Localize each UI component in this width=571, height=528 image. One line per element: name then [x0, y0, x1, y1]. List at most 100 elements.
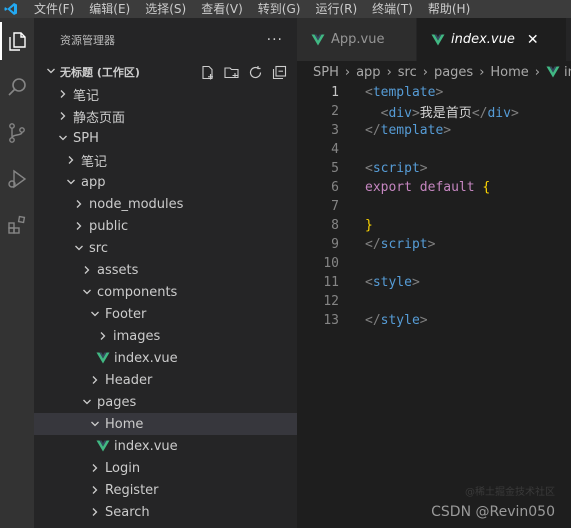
- collapse-all-icon[interactable]: [271, 64, 287, 80]
- tab-index-vue[interactable]: index.vue ✕: [417, 18, 567, 61]
- code-token: </: [471, 106, 488, 121]
- line-content: <script>: [365, 161, 428, 176]
- chevron-right-icon: [72, 221, 86, 231]
- chevron-right-icon: [72, 199, 86, 209]
- breadcrumb-item[interactable]: app: [356, 65, 380, 80]
- refresh-icon[interactable]: [247, 64, 263, 80]
- folder-item[interactable]: Footer: [34, 303, 297, 325]
- menu-item[interactable]: 选择(S): [145, 0, 186, 18]
- line-number: 5: [331, 161, 339, 176]
- code-token: script: [372, 161, 420, 176]
- folder-item[interactable]: Header: [34, 369, 297, 391]
- folder-item[interactable]: assets: [34, 259, 297, 281]
- folder-item[interactable]: images: [34, 325, 297, 347]
- breadcrumb-item[interactable]: Home: [490, 65, 528, 80]
- code-token: >: [427, 237, 436, 252]
- chevron-right-icon: [88, 507, 102, 517]
- folder-item[interactable]: Home: [34, 413, 297, 435]
- tree-item-label: Login: [105, 460, 141, 476]
- chevron-right-icon: ›: [479, 64, 485, 80]
- tree-item-label: 笔记: [81, 154, 108, 170]
- menu-item[interactable]: 文件(F): [34, 0, 74, 18]
- code-line: 10: [297, 254, 571, 273]
- line-number: 2: [331, 104, 339, 119]
- tab-label: index.vue: [451, 32, 515, 47]
- chevron-right-icon: ›: [344, 64, 351, 80]
- menu-item[interactable]: 终端(T): [372, 0, 413, 18]
- run-debug-icon[interactable]: [0, 156, 34, 202]
- vscode-logo-icon[interactable]: [2, 0, 20, 18]
- code-token: style: [372, 275, 412, 290]
- code-editor[interactable]: 1 <template> 2 <div>我是首页</div> 3 </template>…: [297, 83, 571, 330]
- extensions-icon[interactable]: [0, 202, 34, 248]
- file-item[interactable]: index.vue: [34, 347, 297, 369]
- folder-item[interactable]: 静态页面: [34, 105, 297, 127]
- line-number: 4: [331, 142, 339, 157]
- breadcrumb-item[interactable]: inde: [564, 65, 571, 80]
- code-token: {: [482, 180, 491, 195]
- chevron-right-icon: [88, 463, 102, 473]
- code-token: >: [411, 106, 420, 121]
- folder-item[interactable]: 笔记: [34, 83, 297, 105]
- folder-item[interactable]: pages: [34, 391, 297, 413]
- folder-item[interactable]: public: [34, 215, 297, 237]
- code-token: </: [365, 123, 381, 138]
- menu-item[interactable]: 查看(V): [201, 0, 243, 18]
- folder-item[interactable]: SPH: [34, 127, 297, 149]
- folder-item[interactable]: Register: [34, 479, 297, 501]
- folder-item[interactable]: 笔记: [34, 149, 297, 171]
- new-folder-icon[interactable]: [223, 64, 239, 80]
- folder-item[interactable]: components: [34, 281, 297, 303]
- tab-app-vue[interactable]: App.vue: [297, 18, 417, 61]
- workspace-section-header[interactable]: 无标题 (工作区): [34, 61, 297, 83]
- tree-item-label: Footer: [105, 306, 147, 322]
- close-icon[interactable]: ✕: [527, 32, 539, 48]
- code-line: 12: [297, 292, 571, 311]
- activity-bar: [0, 18, 34, 528]
- folder-item[interactable]: node_modules: [34, 193, 297, 215]
- code-token: >: [419, 161, 428, 176]
- file-item[interactable]: index.vue: [34, 435, 297, 457]
- new-file-icon[interactable]: [199, 64, 215, 80]
- line-number: 1: [331, 85, 339, 100]
- chevron-right-icon: [96, 331, 110, 341]
- code-line: 11 <style>: [297, 273, 571, 292]
- folder-item[interactable]: app: [34, 171, 297, 193]
- section-actions: [199, 64, 297, 80]
- breadcrumb-item[interactable]: pages: [434, 65, 473, 80]
- line-number: 9: [331, 237, 339, 252]
- menu-item[interactable]: 帮助(H): [428, 0, 470, 18]
- more-actions-icon[interactable]: ···: [267, 32, 283, 48]
- search-icon[interactable]: [0, 64, 34, 110]
- code-line: 5 <script>: [297, 159, 571, 178]
- chevron-right-icon: ›: [386, 64, 392, 80]
- chevron-down-icon: [80, 287, 94, 297]
- folder-item[interactable]: src: [34, 237, 297, 259]
- code-token: >: [443, 123, 452, 138]
- code-token: >: [411, 275, 420, 290]
- chevron-right-icon: [64, 155, 78, 165]
- chevron-down-icon: [88, 309, 102, 319]
- menu-item[interactable]: 编辑(E): [89, 0, 130, 18]
- breadcrumb-item[interactable]: SPH: [313, 65, 339, 80]
- folder-item[interactable]: Login: [34, 457, 297, 479]
- code-token: >: [435, 85, 444, 100]
- chevron-down-icon: [64, 177, 78, 187]
- explorer-icon[interactable]: [0, 18, 34, 64]
- code-line: 4: [297, 140, 571, 159]
- vue-file-icon: [431, 33, 445, 47]
- menu-item[interactable]: 转到(G): [258, 0, 301, 18]
- source-control-icon[interactable]: [0, 110, 34, 156]
- tree-item-label: index.vue: [114, 438, 178, 454]
- folder-item[interactable]: Search: [34, 501, 297, 523]
- code-line: 6 export default {: [297, 178, 571, 197]
- code-token: }: [365, 218, 373, 233]
- line-number: 13: [323, 313, 339, 328]
- menu-bar: 文件(F) 编辑(E) 选择(S) 查看(V) 转到(G) 运行(R) 终端(T) 帮助(H): [0, 0, 571, 18]
- breadcrumb-item[interactable]: src: [398, 65, 417, 80]
- menu-item[interactable]: 运行(R): [315, 0, 357, 18]
- explorer-header: 资源管理器 ···: [34, 18, 297, 61]
- line-content: <div>我是首页</div>: [365, 102, 519, 121]
- tree-item-label: pages: [97, 394, 137, 410]
- code-token: <: [365, 161, 373, 176]
